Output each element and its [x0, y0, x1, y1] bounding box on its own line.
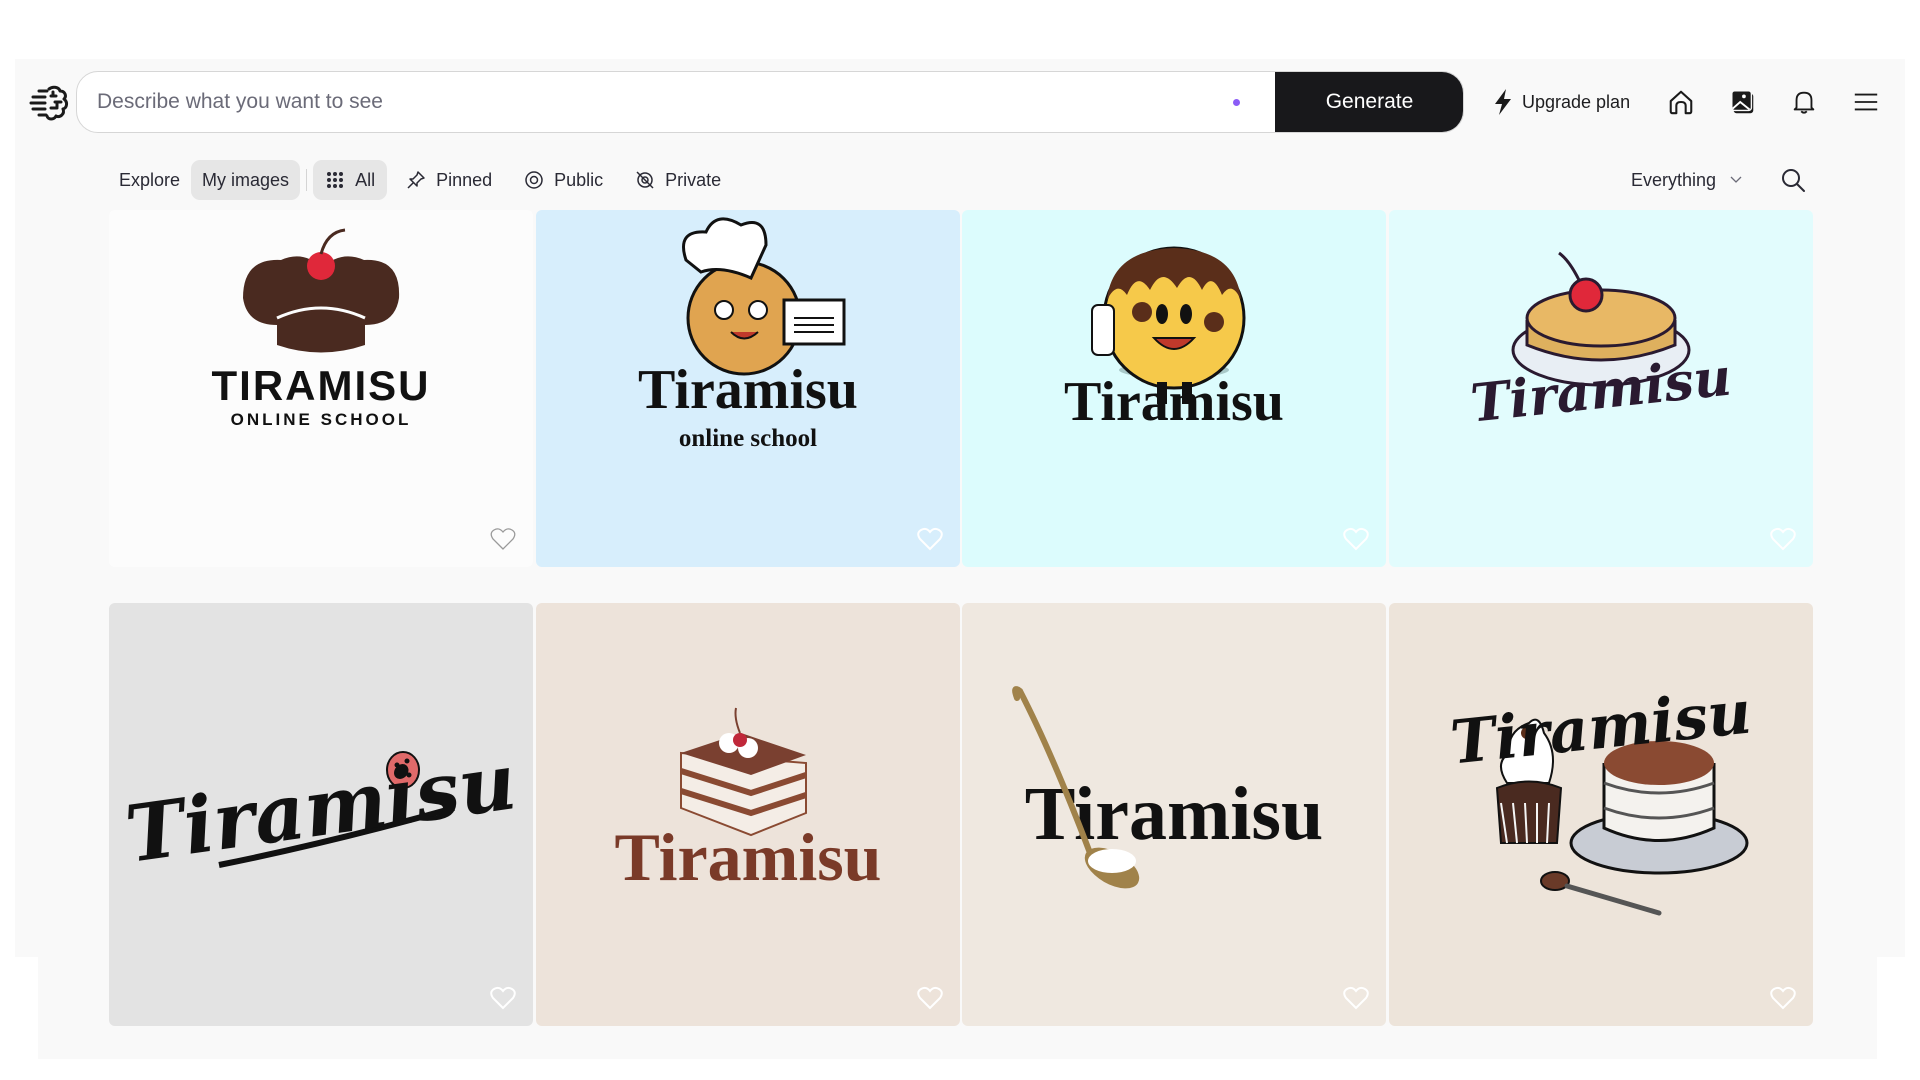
visibility-select[interactable]: Everything — [1631, 166, 1742, 194]
gallery-card[interactable]: Tiramisu — [1389, 210, 1813, 567]
card-title: TIRAMISU — [211, 362, 431, 409]
filter-public[interactable]: Public — [513, 160, 614, 200]
filter-private[interactable]: Private — [624, 160, 732, 200]
gallery-card[interactable]: Tiramisu online school — [536, 210, 960, 567]
card-title: Tiramisu — [1064, 371, 1284, 433]
heart-icon[interactable] — [1770, 527, 1796, 551]
filter-pinned[interactable]: Pinned — [395, 160, 503, 200]
home-button[interactable] — [1666, 87, 1696, 117]
card-title: Tiramisu — [638, 359, 858, 421]
menu-icon — [1854, 93, 1878, 111]
heart-icon[interactable] — [1343, 986, 1369, 1010]
tab-my-images[interactable]: My images — [191, 160, 301, 200]
app-logo[interactable] — [29, 84, 69, 122]
gallery-card[interactable]: Tiramisu — [109, 603, 533, 1026]
chevron-down-icon — [1730, 176, 1742, 183]
filter-private-label: Private — [665, 169, 722, 190]
pin-icon — [407, 171, 425, 189]
heart-icon[interactable] — [1770, 986, 1796, 1010]
visibility-select-value: Everything — [1631, 169, 1717, 190]
heart-icon[interactable] — [1343, 527, 1369, 551]
filter-all-label: All — [355, 169, 376, 190]
gallery-search-button[interactable] — [1778, 165, 1808, 195]
gallery-card[interactable]: Tiramisu — [536, 603, 960, 1026]
heart-icon[interactable] — [490, 527, 516, 551]
upgrade-plan-button[interactable]: Upgrade plan — [1492, 88, 1630, 116]
search-icon — [1782, 169, 1805, 192]
card-subtitle: ONLINE SCHOOL — [230, 410, 412, 429]
prompt-input[interactable] — [97, 72, 1247, 132]
prompt-bar: Generate — [76, 71, 1464, 133]
upgrade-plan-label: Upgrade plan — [1522, 91, 1631, 112]
filter-all[interactable]: All — [313, 160, 388, 200]
gallery-card[interactable]: Tiramisu — [1389, 603, 1813, 1026]
heart-icon[interactable] — [490, 986, 516, 1010]
card-artwork — [1012, 686, 1140, 889]
tab-explore[interactable]: Explore — [108, 160, 191, 200]
grid-icon — [327, 172, 344, 188]
status-dot — [1233, 99, 1240, 106]
card-subtitle: online school — [678, 425, 818, 452]
tab-my-images-label: My images — [202, 169, 290, 190]
filter-bar: Explore My images All Pinned Public Priv… — [108, 160, 732, 200]
filter-public-label: Public — [554, 169, 604, 190]
my-images-icon — [1731, 90, 1754, 114]
heart-icon[interactable] — [917, 527, 943, 551]
filter-pinned-label: Pinned — [436, 169, 493, 190]
card-title: Tiramisu — [614, 819, 882, 895]
tab-explore-label: Explore — [119, 169, 181, 190]
gallery-card[interactable]: TIRAMISU ONLINE SCHOOL — [109, 210, 533, 567]
generate-button[interactable]: Generate — [1275, 72, 1463, 132]
lightning-icon — [1495, 89, 1511, 115]
heart-icon[interactable] — [917, 986, 943, 1010]
card-artwork — [1495, 718, 1749, 916]
home-icon — [1669, 90, 1693, 115]
card-artwork — [680, 707, 807, 837]
gallery-card[interactable]: Tiramisu — [962, 603, 1386, 1026]
menu-button[interactable] — [1851, 87, 1881, 117]
bell-icon — [1793, 91, 1815, 114]
eye-icon — [525, 171, 543, 189]
filter-divider — [306, 169, 308, 191]
eye-off-icon — [636, 171, 654, 189]
gallery-card[interactable]: Tiramisu — [962, 210, 1386, 567]
brain-logo-icon — [29, 85, 68, 121]
notifications-button[interactable] — [1789, 87, 1819, 117]
my-images-button[interactable] — [1728, 87, 1758, 117]
